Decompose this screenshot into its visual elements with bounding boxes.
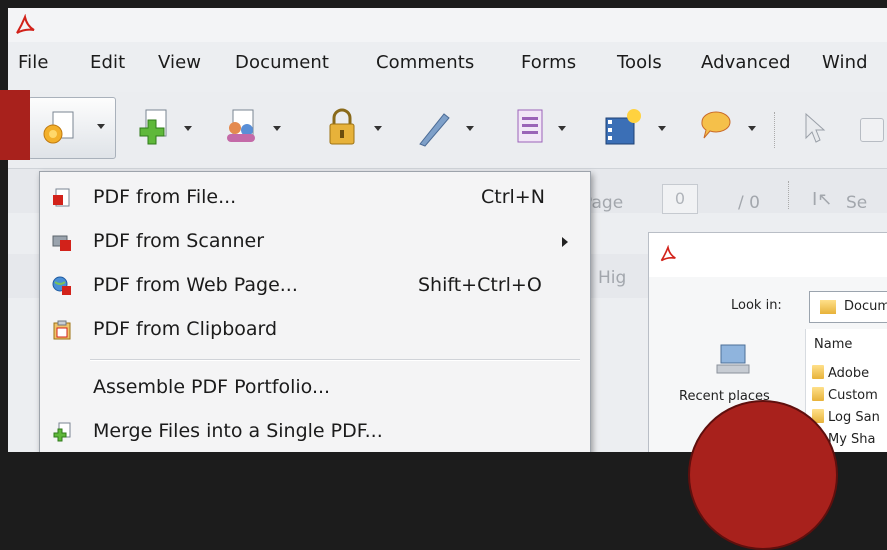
chevron-down-icon <box>748 126 756 131</box>
menu-forms[interactable]: Forms <box>521 52 576 73</box>
list-item-label: Adobe <box>828 366 870 381</box>
page-number-input[interactable]: 0 <box>662 184 698 214</box>
menu-item-label: Merge Files into a Single PDF... <box>93 420 383 442</box>
menu-item-label: PDF from Web Page... <box>93 274 298 296</box>
look-in-value: Docume <box>844 299 887 314</box>
menu-item-pdf-from-clipboard[interactable]: PDF from Clipboard <box>40 308 590 352</box>
recent-places-icon <box>716 344 750 374</box>
collaborate-icon <box>227 109 255 142</box>
secure-button[interactable] <box>314 100 382 156</box>
menu-view[interactable]: View <box>158 52 201 73</box>
submenu-arrow-icon <box>562 237 568 247</box>
menu-bar: File Edit View Document Comments Forms T… <box>8 42 887 92</box>
chevron-down-icon <box>97 124 105 129</box>
select-label: Se <box>846 193 868 213</box>
chevron-down-icon <box>374 126 382 131</box>
merge-files-icon <box>53 422 71 442</box>
dialog-title-bar <box>649 233 887 277</box>
pdf-from-scanner-icon <box>52 235 71 251</box>
column-header-name[interactable]: Name <box>814 337 852 352</box>
menu-item-pdf-from-file[interactable]: PDF from File... Ctrl+N <box>40 176 590 220</box>
menu-item-label: PDF from Clipboard <box>93 318 278 340</box>
chevron-down-icon <box>273 126 281 131</box>
look-in-select[interactable]: Docume <box>809 291 887 323</box>
menu-divider <box>90 359 580 361</box>
folder-icon <box>812 387 824 401</box>
chevron-down-icon <box>658 126 666 131</box>
folder-icon <box>820 300 836 314</box>
main-toolbar <box>8 92 887 169</box>
pdf-from-file-icon <box>53 188 70 207</box>
menu-item-pdf-from-web-page[interactable]: PDF from Web Page... Shift+Ctrl+O <box>40 264 590 308</box>
toolbar-separator <box>774 112 777 148</box>
pdf-from-clipboard-icon <box>53 320 71 340</box>
menu-item-label: Assemble PDF Portfolio... <box>93 376 331 398</box>
look-in-label: Look in: <box>731 298 782 313</box>
menu-edit[interactable]: Edit <box>90 52 125 73</box>
chevron-down-icon <box>466 126 474 131</box>
menu-document[interactable]: Document <box>235 52 329 73</box>
create-pdf-icon <box>43 111 74 144</box>
pdf-from-web-icon <box>52 276 71 295</box>
annotation-circle <box>688 400 838 550</box>
acrobat-logo-icon <box>660 245 676 262</box>
acrobat-window: File Edit View Document Comments Forms T… <box>8 8 887 452</box>
list-item[interactable]: Custom <box>812 387 878 407</box>
text-select-icon[interactable]: I↖ <box>812 189 832 210</box>
list-item-label: Custom <box>828 388 878 403</box>
menu-window[interactable]: Wind <box>822 52 868 73</box>
menu-item-label: PDF from File... <box>93 186 237 208</box>
multimedia-button[interactable] <box>594 100 666 156</box>
select-tool-button[interactable] <box>794 100 834 156</box>
list-item[interactable]: Log San <box>812 409 880 429</box>
sign-button[interactable] <box>406 100 474 156</box>
pen-icon <box>419 113 450 147</box>
multimedia-icon <box>605 109 641 145</box>
menu-item-label: PDF from Scanner <box>93 230 265 252</box>
combine-button[interactable] <box>124 100 192 156</box>
title-bar <box>8 8 887 42</box>
create-pdf-button[interactable] <box>28 97 116 159</box>
page-total: / 0 <box>738 193 760 213</box>
chevron-down-icon <box>558 126 566 131</box>
menu-item-shortcut: Shift+Ctrl+O <box>418 274 542 296</box>
menu-item-pdf-from-scanner[interactable]: PDF from Scanner <box>40 220 590 264</box>
toolbar-separator <box>788 181 791 209</box>
list-item-label: Log San <box>828 410 880 425</box>
annotation-arrow <box>0 90 30 160</box>
collaborate-button[interactable] <box>213 100 281 156</box>
menu-item-merge-files[interactable]: Merge Files into a Single PDF... <box>40 410 590 452</box>
menu-item-assemble-pdf-portfolio[interactable]: Assemble PDF Portfolio... <box>40 366 590 410</box>
comment-button[interactable] <box>688 100 756 156</box>
menu-comments[interactable]: Comments <box>376 52 474 73</box>
combine-files-icon <box>139 109 167 145</box>
forms-button[interactable] <box>502 100 566 156</box>
acrobat-logo-icon <box>14 13 36 40</box>
list-item[interactable]: Adobe <box>812 365 869 385</box>
comment-bubble-icon <box>701 111 731 139</box>
folder-icon <box>812 365 824 379</box>
create-pdf-menu: PDF from File... Ctrl+N PDF from Scanner… <box>39 171 591 452</box>
hand-tool-button[interactable] <box>846 100 886 156</box>
menu-tools[interactable]: Tools <box>617 52 662 73</box>
lock-icon <box>329 108 355 145</box>
recent-places-item[interactable] <box>713 339 753 379</box>
menu-file[interactable]: File <box>18 52 49 73</box>
list-item-label: My Sha <box>828 432 876 447</box>
cursor-arrow-icon <box>805 112 826 143</box>
form-icon <box>517 109 543 143</box>
menu-item-shortcut: Ctrl+N <box>481 186 545 208</box>
chevron-down-icon <box>184 126 192 131</box>
menu-advanced[interactable]: Advanced <box>701 52 791 73</box>
hand-icon <box>860 118 884 142</box>
highlight-label: Hig <box>598 268 627 288</box>
